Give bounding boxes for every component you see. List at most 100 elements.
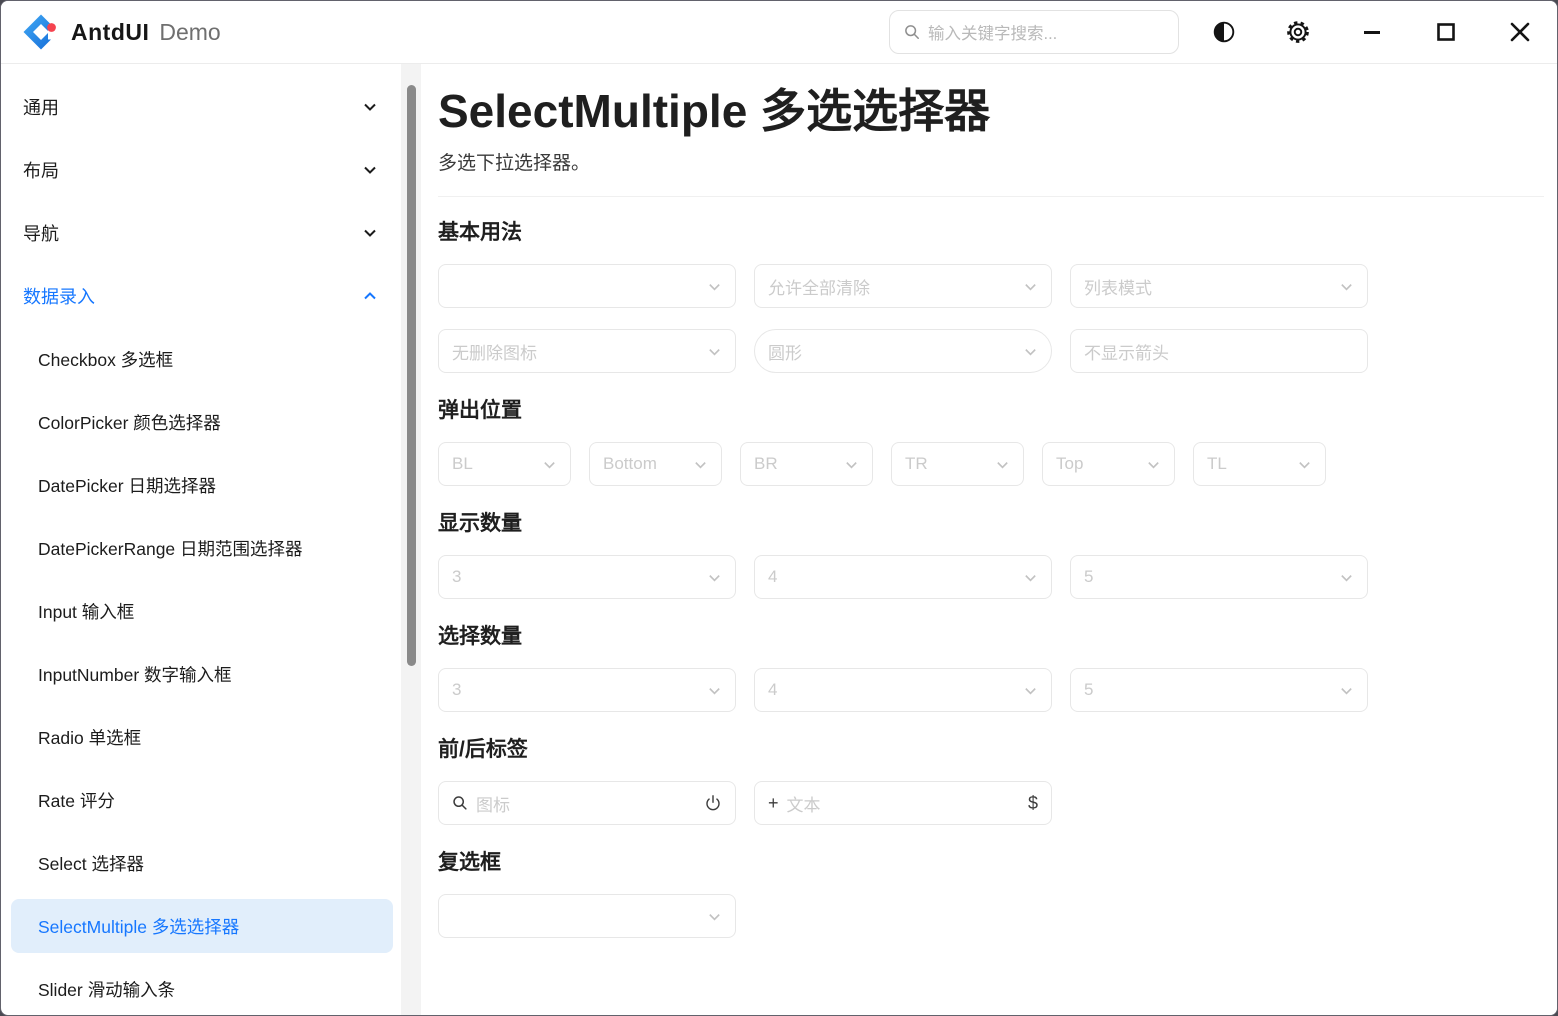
maximize-button[interactable] — [1409, 1, 1483, 63]
minimize-button[interactable] — [1335, 1, 1409, 63]
settings-button[interactable] — [1261, 1, 1335, 63]
sidebar-item-label: Rate 评分 — [38, 788, 379, 813]
theme-toggle-button[interactable] — [1187, 1, 1261, 63]
sidebar-item-label: Slider 滑动输入条 — [38, 977, 379, 1002]
sidebar-item-input[interactable]: Input 输入框 — [11, 584, 393, 638]
main-content: SelectMultiple 多选选择器 多选下拉选择器。 基本用法 允许全部清… — [421, 64, 1557, 1015]
search-icon — [904, 24, 920, 40]
select-prefix-icon[interactable]: 图标 — [438, 781, 736, 825]
sidebar-item-checkbox[interactable]: Checkbox 多选框 — [11, 332, 393, 386]
close-button[interactable] — [1483, 1, 1557, 63]
chevron-down-icon — [1339, 570, 1354, 585]
theme-contrast-icon — [1212, 20, 1236, 44]
search-icon — [452, 795, 468, 811]
chevron-down-icon — [1146, 457, 1161, 472]
chevron-down-icon — [1023, 683, 1038, 698]
power-icon — [704, 794, 722, 812]
chevron-up-icon — [361, 287, 379, 305]
chevron-down-icon — [707, 279, 722, 294]
chevron-down-icon — [1023, 279, 1038, 294]
select-select-count-3[interactable]: 3 — [438, 668, 736, 712]
select-placement-tl[interactable]: TL — [1193, 442, 1326, 486]
select-display-count-4[interactable]: 4 — [754, 555, 1052, 599]
select-placement-br[interactable]: BR — [740, 442, 873, 486]
select-allow-clear[interactable]: 允许全部清除 — [754, 264, 1052, 308]
sidebar-item-slider[interactable]: Slider 滑动输入条 — [11, 962, 393, 1015]
sidebar-item-label: Radio 单选框 — [38, 725, 379, 750]
plus-prefix-label: + — [768, 793, 779, 814]
select-prefix-text[interactable]: + 文本 $ — [754, 781, 1052, 825]
select-no-delete-icon[interactable]: 无删除图标 — [438, 329, 736, 373]
page-title: SelectMultiple 多选选择器 — [438, 84, 1544, 138]
sidebar-item-label: ColorPicker 颜色选择器 — [38, 410, 379, 435]
select-select-count-4[interactable]: 4 — [754, 668, 1052, 712]
select-placement-bl[interactable]: BL — [438, 442, 571, 486]
antdui-logo-icon — [21, 12, 61, 52]
app-window: AntdUI Demo 输入关键字搜索... — [0, 0, 1558, 1016]
chevron-down-icon — [361, 161, 379, 179]
sidebar-item-radio[interactable]: Radio 单选框 — [11, 710, 393, 764]
close-icon — [1508, 20, 1532, 44]
sidebar-item-label: Input 输入框 — [38, 599, 379, 624]
chevron-down-icon — [1023, 344, 1038, 359]
chevron-down-icon — [1297, 457, 1312, 472]
sidebar-group-navigation[interactable]: 导航 — [11, 206, 393, 260]
divider — [438, 196, 1544, 197]
sidebar-item-colorpicker[interactable]: ColorPicker 颜色选择器 — [11, 395, 393, 449]
select-display-count-3[interactable]: 3 — [438, 555, 736, 599]
minimize-icon — [1361, 21, 1383, 43]
sidebar-item-label: DatePicker 日期选择器 — [38, 473, 379, 498]
dollar-suffix-label: $ — [1028, 793, 1038, 814]
chevron-down-icon — [361, 224, 379, 242]
sidebar: 通用 布局 导航 数据录入 — [1, 64, 401, 1015]
chevron-down-icon — [707, 909, 722, 924]
sidebar-item-datepickerrange[interactable]: DatePickerRange 日期范围选择器 — [11, 521, 393, 575]
section-title-basic: 基本用法 — [438, 216, 1544, 246]
section-title-placement: 弹出位置 — [438, 394, 1544, 424]
select-display-count-5[interactable]: 5 — [1070, 555, 1368, 599]
chevron-down-icon — [1023, 570, 1038, 585]
sidebar-group-label: 数据录入 — [23, 283, 361, 309]
sidebar-item-datepicker[interactable]: DatePicker 日期选择器 — [11, 458, 393, 512]
select-basic-default[interactable] — [438, 264, 736, 308]
section-title-display-count: 显示数量 — [438, 507, 1544, 537]
maximize-icon — [1435, 21, 1457, 43]
select-checkbox-mode[interactable] — [438, 894, 736, 938]
sidebar-item-label: DatePickerRange 日期范围选择器 — [38, 536, 379, 561]
sidebar-item-label: InputNumber 数字输入框 — [38, 662, 379, 687]
page-subtitle: 多选下拉选择器。 — [438, 148, 1544, 175]
sidebar-group-label: 布局 — [23, 157, 361, 183]
select-round[interactable]: 圆形 — [754, 329, 1052, 373]
select-placement-top[interactable]: Top — [1042, 442, 1175, 486]
app-title: AntdUI — [71, 19, 149, 46]
select-select-count-5[interactable]: 5 — [1070, 668, 1368, 712]
select-placement-bottom[interactable]: Bottom — [589, 442, 722, 486]
sidebar-scrollbar-thumb[interactable] — [407, 85, 416, 666]
chevron-down-icon — [542, 457, 557, 472]
sidebar-item-label: Select 选择器 — [38, 851, 379, 876]
select-no-arrow[interactable]: 不显示箭头 — [1070, 329, 1368, 373]
sidebar-group-general[interactable]: 通用 — [11, 80, 393, 134]
sidebar-item-inputnumber[interactable]: InputNumber 数字输入框 — [11, 647, 393, 701]
sidebar-item-select[interactable]: Select 选择器 — [11, 836, 393, 890]
sidebar-group-label: 通用 — [23, 94, 361, 120]
titlebar-actions — [1187, 1, 1557, 63]
chevron-down-icon — [995, 457, 1010, 472]
search-input[interactable]: 输入关键字搜索... — [889, 10, 1179, 54]
chevron-down-icon — [707, 570, 722, 585]
gear-icon — [1285, 19, 1311, 45]
chevron-down-icon — [1339, 683, 1354, 698]
sidebar-group-data-entry[interactable]: 数据录入 — [11, 269, 393, 323]
chevron-down-icon — [707, 344, 722, 359]
chevron-down-icon — [361, 98, 379, 116]
sidebar-scrollbar[interactable] — [401, 64, 421, 1015]
sidebar-group-layout[interactable]: 布局 — [11, 143, 393, 197]
sidebar-item-rate[interactable]: Rate 评分 — [11, 773, 393, 827]
section-title-select-count: 选择数量 — [438, 620, 1544, 650]
select-list-mode[interactable]: 列表模式 — [1070, 264, 1368, 308]
chevron-down-icon — [844, 457, 859, 472]
section-title-affix: 前/后标签 — [438, 733, 1544, 763]
search-placeholder: 输入关键字搜索... — [928, 20, 1057, 44]
sidebar-item-selectmultiple[interactable]: SelectMultiple 多选选择器 — [11, 899, 393, 953]
select-placement-tr[interactable]: TR — [891, 442, 1024, 486]
